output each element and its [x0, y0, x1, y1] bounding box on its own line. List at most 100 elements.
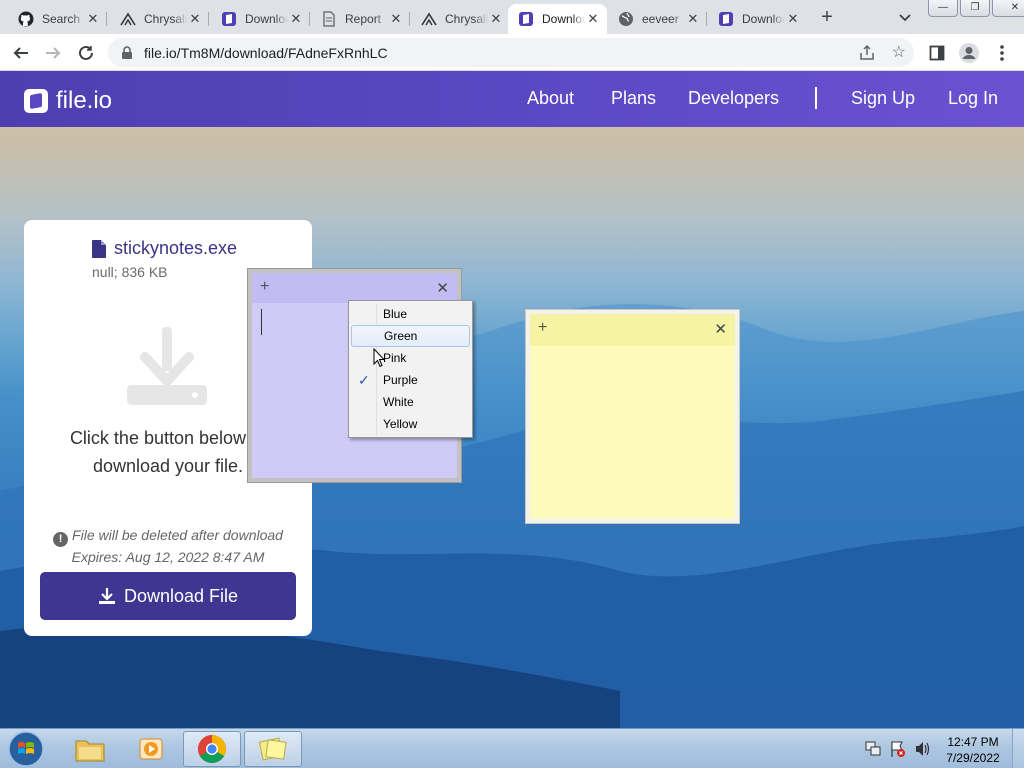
- file-meta: null; 836 KB: [92, 264, 168, 280]
- sticky-note-yellow[interactable]: + ✕: [526, 310, 739, 523]
- show-desktop-button[interactable]: [1012, 729, 1024, 768]
- browser-toolbar: file.io/Tm8M/download/FAdneFxRnhLC ☆: [0, 34, 1024, 71]
- brand-name: file.io: [56, 87, 113, 114]
- kebab-menu-icon[interactable]: [991, 42, 1013, 64]
- close-note-icon[interactable]: ✕: [714, 320, 727, 338]
- profile-avatar-icon[interactable]: [958, 42, 980, 64]
- taskbar-clock[interactable]: 12:47 PM 7/29/2022: [936, 734, 1010, 766]
- network-icon[interactable]: [865, 741, 881, 756]
- chevron-down-icon[interactable]: [896, 8, 914, 26]
- back-button[interactable]: [9, 41, 33, 65]
- action-center-flag-icon[interactable]: [891, 741, 905, 757]
- menu-item-white[interactable]: White: [351, 391, 470, 413]
- address-bar[interactable]: file.io/Tm8M/download/FAdneFxRnhLC ☆: [108, 38, 914, 67]
- forward-button[interactable]: [41, 41, 65, 65]
- close-tab-icon[interactable]: ✕: [785, 11, 801, 27]
- menu-item-blue[interactable]: Blue: [351, 303, 470, 325]
- note-color-menu: Blue Green Pink ✓ Purple White Yellow: [348, 300, 473, 438]
- tab-title: Download: [542, 12, 585, 26]
- new-tab-button[interactable]: +: [815, 6, 839, 30]
- sticky-note-titlebar[interactable]: + ✕: [530, 314, 735, 346]
- close-tab-icon[interactable]: ✕: [685, 11, 701, 27]
- taskbar-sticky-notes[interactable]: [244, 731, 302, 767]
- nav-about[interactable]: About: [527, 88, 574, 109]
- nav-plans[interactable]: Plans: [611, 88, 656, 109]
- close-tab-icon[interactable]: ✕: [187, 11, 203, 27]
- add-note-icon[interactable]: +: [260, 278, 269, 296]
- chrysalis-icon: [421, 11, 437, 27]
- tab-download-active[interactable]: Download ✕: [508, 4, 607, 34]
- text-caret: [261, 309, 262, 335]
- tab-eeveer[interactable]: eeveer ✕: [608, 4, 707, 34]
- menu-item-pink[interactable]: Pink: [351, 347, 470, 369]
- close-note-icon[interactable]: ✕: [436, 279, 449, 297]
- download-file-button[interactable]: Download File: [40, 572, 296, 620]
- close-tab-icon[interactable]: ✕: [488, 11, 504, 27]
- globe-icon: [618, 11, 634, 27]
- chrome-icon: [198, 735, 226, 763]
- side-panel-icon[interactable]: [926, 42, 948, 64]
- start-button[interactable]: [6, 730, 46, 768]
- page-viewport: file.io About Plans Developers Sign Up L…: [0, 71, 1024, 728]
- sticky-note-titlebar[interactable]: + ✕: [252, 273, 457, 303]
- tab-title: Chrysalis: [445, 12, 488, 26]
- arrow-right-icon: [46, 47, 61, 59]
- close-tab-icon[interactable]: ✕: [288, 11, 304, 27]
- browser-tab-strip: Search ✕ Chrysalis ✕ Download ✕ Report ✕…: [0, 0, 1024, 34]
- taskbar-media-player[interactable]: [122, 731, 180, 767]
- sticky-notes-icon: [258, 737, 287, 761]
- expiry-notice: ! File will be deleted after download Exp…: [24, 525, 312, 567]
- taskbar-chrome[interactable]: [183, 731, 241, 767]
- nav-log-in[interactable]: Log In: [948, 88, 998, 109]
- tab-chrysalis[interactable]: Chrysalis ✕: [110, 4, 209, 34]
- tab-title: Chrysalis: [144, 12, 187, 26]
- tab-search[interactable]: Search ✕: [8, 4, 107, 34]
- close-tab-icon[interactable]: ✕: [85, 11, 101, 27]
- warning-icon: !: [53, 532, 69, 547]
- download-icon: [98, 588, 115, 604]
- download-large-icon: [127, 327, 207, 405]
- fileio-icon: [221, 11, 237, 27]
- lock-icon: [120, 45, 134, 60]
- mouse-pointer-icon: [373, 348, 385, 368]
- tab-download-3[interactable]: Download ✕: [708, 4, 807, 34]
- file-name-row: stickynotes.exe: [92, 238, 237, 259]
- nav-sign-up[interactable]: Sign Up: [851, 88, 915, 109]
- reload-icon: [79, 45, 93, 60]
- tab-chrysalis-2[interactable]: Chrysalis ✕: [411, 4, 510, 34]
- taskbar-explorer[interactable]: [61, 731, 119, 767]
- page-icon: [321, 11, 337, 27]
- share-icon[interactable]: [858, 44, 876, 62]
- menu-item-green[interactable]: Green: [351, 325, 470, 347]
- close-tab-icon[interactable]: ✕: [388, 11, 404, 27]
- tab-title: Report: [345, 12, 382, 26]
- close-tab-icon[interactable]: ✕: [585, 11, 601, 27]
- add-note-icon[interactable]: +: [538, 319, 547, 337]
- folder-icon: [75, 740, 105, 762]
- file-icon: [92, 239, 106, 258]
- restore-button[interactable]: ❐: [960, 0, 990, 17]
- clock-time: 12:47 PM: [947, 735, 999, 749]
- fileio-logo[interactable]: file.io: [24, 87, 112, 115]
- site-header: file.io About Plans Developers Sign Up L…: [0, 71, 1024, 127]
- tab-title: Search: [42, 12, 81, 26]
- expires-text: Expires: Aug 12, 2022 8:47 AM: [71, 549, 265, 565]
- url-text: file.io/Tm8M/download/FAdneFxRnhLC: [144, 44, 388, 61]
- fileio-logo-icon: [24, 89, 48, 113]
- menu-item-yellow[interactable]: Yellow: [351, 413, 470, 435]
- fileio-icon: [518, 11, 534, 27]
- bookmark-star-icon[interactable]: ☆: [892, 42, 906, 62]
- windows-taskbar: 12:47 PM 7/29/2022: [0, 728, 1024, 768]
- fileio-icon: [718, 11, 734, 27]
- minimize-button[interactable]: —: [928, 0, 958, 17]
- nav-developers[interactable]: Developers: [688, 88, 779, 109]
- reload-button[interactable]: [74, 41, 98, 65]
- github-icon: [18, 11, 34, 27]
- clock-date: 7/29/2022: [946, 751, 1000, 765]
- volume-icon[interactable]: [916, 742, 930, 756]
- tab-report[interactable]: Report ✕: [311, 4, 410, 34]
- tab-download[interactable]: Download ✕: [211, 4, 310, 34]
- delete-warning: File will be deleted after download: [72, 527, 283, 543]
- close-window-button[interactable]: ✕: [992, 0, 1024, 17]
- menu-item-purple[interactable]: ✓ Purple: [351, 369, 470, 391]
